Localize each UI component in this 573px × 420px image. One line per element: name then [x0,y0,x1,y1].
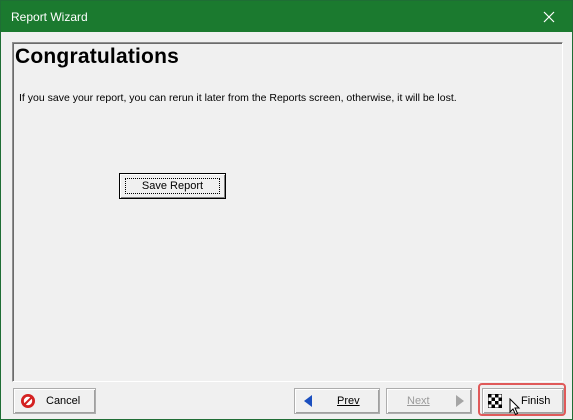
cancel-button[interactable]: Cancel [13,388,96,414]
next-button[interactable]: Next [386,388,472,414]
report-wizard-window: Report Wizard Congratulations If you sav… [0,0,573,420]
save-report-label: Save Report [124,178,221,194]
title-bar: Report Wizard [1,1,572,32]
info-message: If you save your report, you can rerun i… [19,92,457,104]
finish-highlight [478,383,566,416]
mouse-cursor-icon [509,398,521,416]
close-icon [543,11,555,22]
arrow-right-icon [456,395,464,407]
window-title: Report Wizard [11,10,88,24]
cancel-label: Cancel [46,395,81,407]
page-title: Congratulations [15,45,179,68]
cancel-icon [21,394,35,408]
prev-label: Prev [337,395,360,407]
next-label: Next [407,395,430,407]
arrow-left-icon [304,395,312,407]
close-button[interactable] [526,1,572,32]
prev-button[interactable]: Prev [294,388,380,414]
save-report-button[interactable]: Save Report [119,173,226,199]
